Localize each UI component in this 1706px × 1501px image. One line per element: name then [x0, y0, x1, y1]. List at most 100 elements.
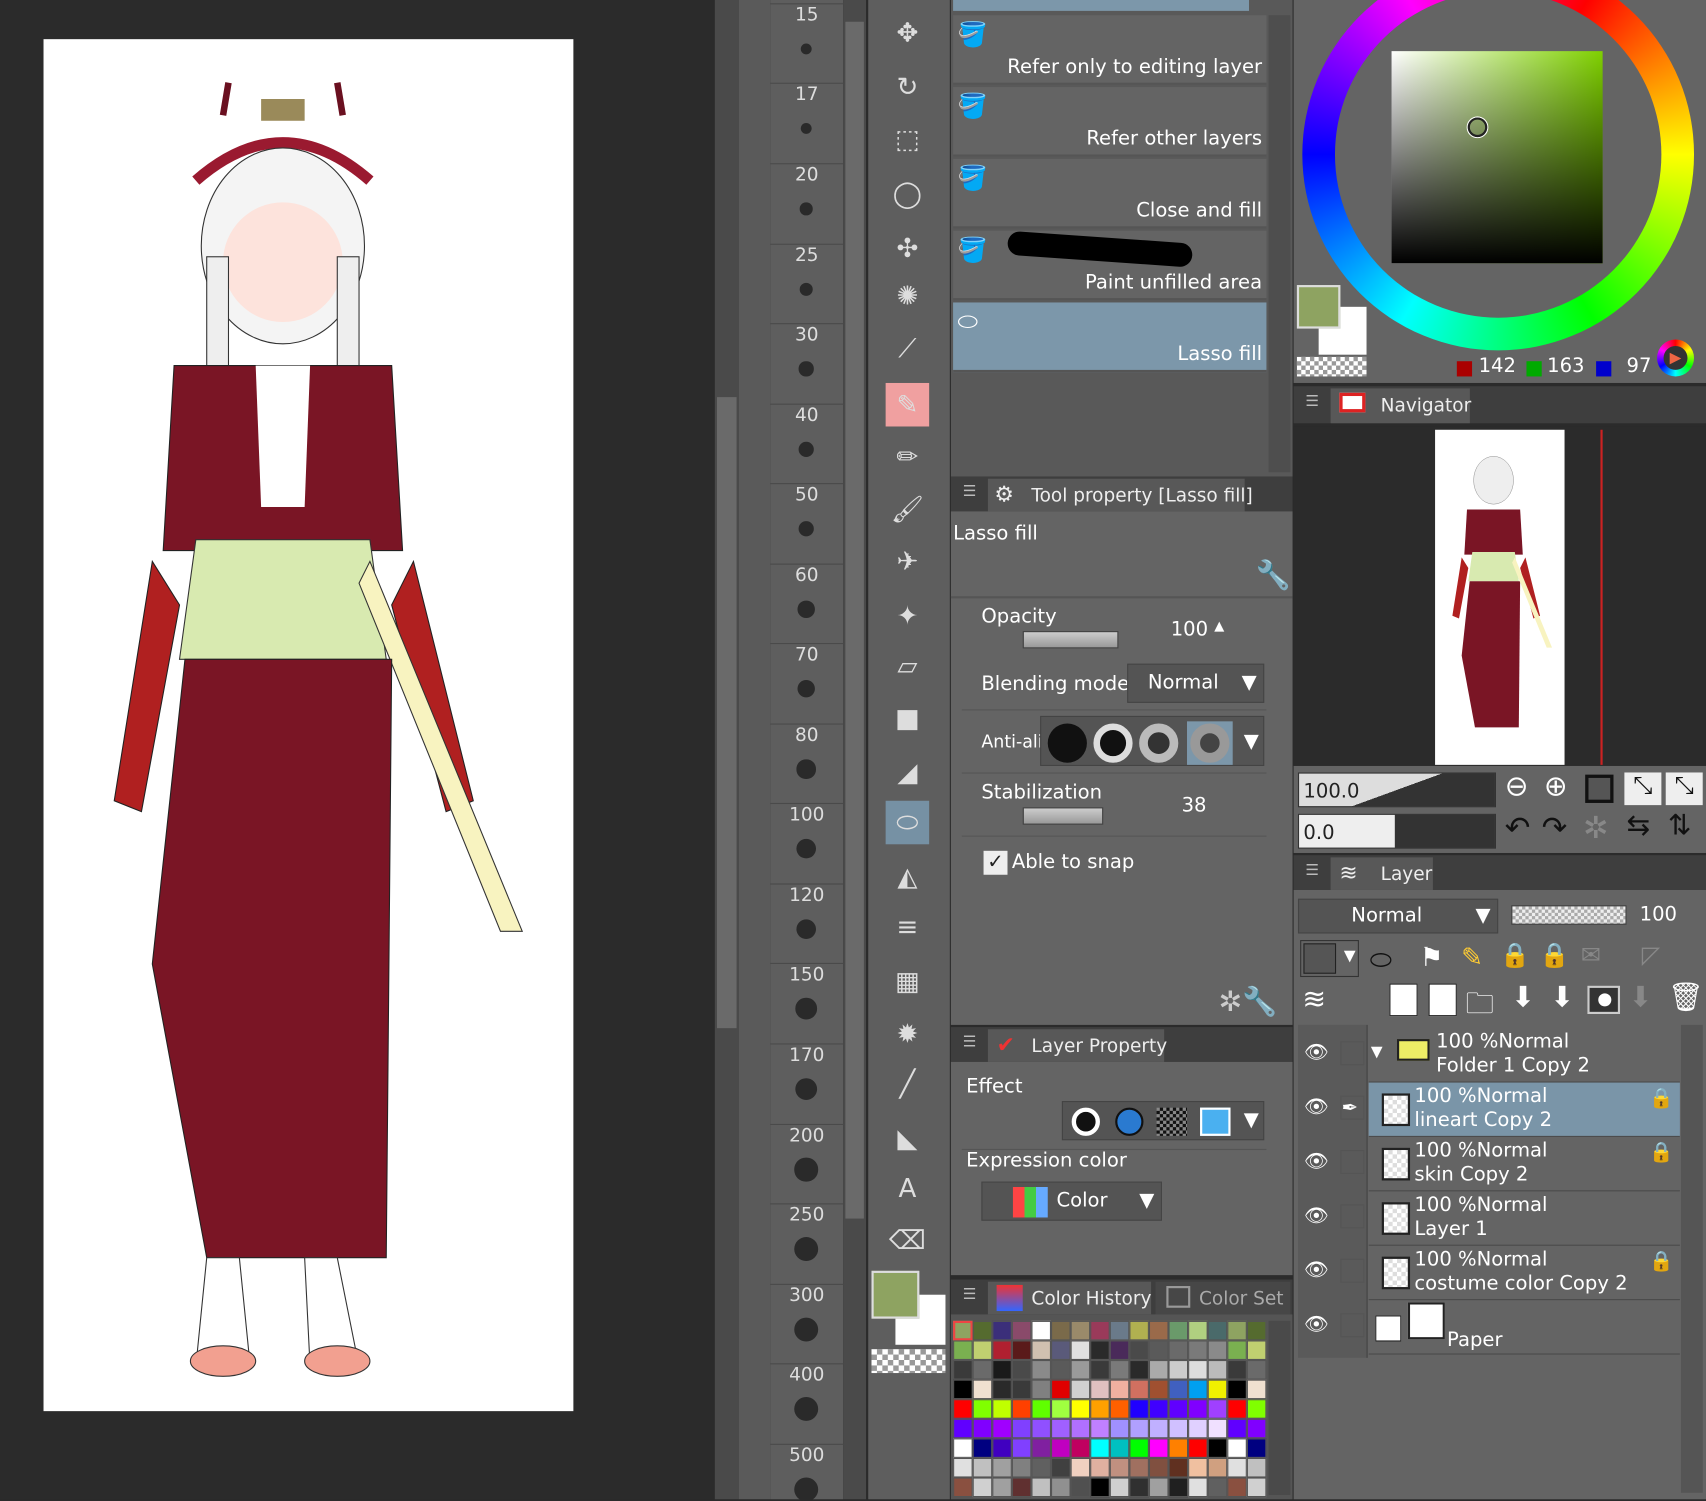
layer-row[interactable]: 100 %Normal lineart Copy 2 🔒	[1368, 1082, 1680, 1137]
color-history-swatch[interactable]	[1090, 1457, 1110, 1478]
color-history-swatch[interactable]	[1090, 1360, 1110, 1380]
layer-row[interactable]: 100 %Normal skin Copy 2 🔒	[1368, 1137, 1680, 1192]
frame-icon[interactable]: ▦	[886, 960, 930, 1004]
color-history-swatch[interactable]	[992, 1399, 1012, 1419]
brush-size-preset[interactable]: 170	[770, 1043, 844, 1066]
chevron-down-icon[interactable]: ▼	[1244, 1109, 1259, 1132]
color-history-swatch[interactable]	[1188, 1418, 1208, 1439]
layer-select-checkbox[interactable]	[1340, 1204, 1365, 1229]
color-history-swatch[interactable]	[1246, 1477, 1267, 1498]
brush-size-dot[interactable]	[798, 441, 814, 457]
zoom-slider[interactable]: 100.0	[1297, 772, 1497, 808]
brush-size-preset[interactable]: 200	[770, 1123, 844, 1147]
color-history-grid[interactable]	[953, 1320, 1267, 1498]
layer-select-checkbox[interactable]	[1340, 1150, 1365, 1174]
color-history-swatch[interactable]	[1051, 1340, 1071, 1361]
color-history-swatch[interactable]	[1031, 1320, 1052, 1341]
palette-menu-icon[interactable]: ☰	[955, 1286, 983, 1308]
rotation-value[interactable]: 0.0	[1303, 821, 1334, 844]
color-history-swatch[interactable]	[1011, 1320, 1032, 1341]
tab-layer-property[interactable]: ✔ Layer Property	[987, 1029, 1167, 1062]
brush-size-preset[interactable]: 25	[770, 243, 844, 267]
color-history-scrollbar[interactable]	[1268, 1320, 1291, 1495]
color-history-swatch[interactable]	[1011, 1477, 1032, 1498]
color-history-swatch[interactable]	[1246, 1457, 1267, 1478]
color-history-swatch[interactable]	[1207, 1379, 1228, 1400]
tool-settings-icon[interactable]: ✲🔧	[1219, 986, 1278, 1019]
opacity-spinner-icon[interactable]: ▲	[1214, 618, 1224, 633]
snap-checkbox[interactable]: ✓	[983, 850, 1008, 875]
color-history-swatch[interactable]	[1207, 1418, 1228, 1439]
layer-scrollbar[interactable]	[1680, 1024, 1703, 1493]
color-history-swatch[interactable]	[1129, 1477, 1149, 1498]
tab-tool-property[interactable]: ⚙ Tool property [Lasso fill]	[987, 478, 1253, 512]
editing-pen-icon[interactable]: ✒	[1340, 1095, 1365, 1120]
layer-select-checkbox[interactable]	[1340, 1258, 1365, 1283]
color-history-swatch[interactable]	[1168, 1438, 1189, 1458]
fit-to-screen-icon[interactable]	[1585, 774, 1614, 803]
brush-size-preset[interactable]: 40	[770, 403, 844, 426]
brush-size-dot[interactable]	[800, 43, 812, 55]
color-history-swatch[interactable]	[953, 1438, 973, 1458]
color-history-swatch[interactable]	[953, 1340, 973, 1361]
color-history-swatch[interactable]	[1090, 1399, 1110, 1419]
layer-color-icon[interactable]	[1200, 1107, 1231, 1136]
canvas-area[interactable]	[0, 0, 715, 1500]
color-history-swatch[interactable]	[1051, 1418, 1071, 1439]
color-history-swatch[interactable]	[972, 1360, 993, 1380]
color-history-swatch[interactable]	[1090, 1418, 1110, 1439]
color-history-swatch[interactable]	[972, 1438, 993, 1458]
color-history-swatch[interactable]	[1227, 1438, 1247, 1458]
color-history-swatch[interactable]	[1070, 1399, 1091, 1419]
layer-blend-mode-dropdown[interactable]: Normal ▼	[1297, 898, 1499, 934]
lock-layer-icon[interactable]: 🔒	[1500, 942, 1530, 969]
color-history-swatch[interactable]	[1168, 1379, 1189, 1400]
sub-tool-item[interactable]: 🪣 Paint unfilled area	[953, 230, 1267, 301]
color-history-swatch[interactable]	[1207, 1399, 1228, 1419]
pencil-icon[interactable]: ✏	[886, 435, 930, 479]
navigator-display-frame[interactable]	[1600, 429, 1603, 765]
brush-size-preset[interactable]: 120	[770, 883, 844, 906]
color-history-swatch[interactable]	[1129, 1418, 1149, 1439]
red-value[interactable]: 142	[1479, 355, 1516, 378]
color-history-swatch[interactable]	[1188, 1477, 1208, 1498]
ruler-display-icon[interactable]: ◸	[1642, 942, 1660, 969]
visibility-eye-icon[interactable]: 👁	[1301, 1204, 1331, 1227]
color-history-swatch[interactable]	[1129, 1457, 1149, 1478]
airbrush-icon[interactable]: ✈	[886, 540, 930, 584]
color-history-swatch[interactable]	[1227, 1457, 1247, 1478]
anti-alias-selector[interactable]: ▼	[1040, 715, 1265, 766]
color-history-swatch[interactable]	[1129, 1399, 1149, 1419]
color-history-swatch[interactable]	[1011, 1399, 1032, 1419]
layer-stack-icon[interactable]: ≋	[1302, 984, 1326, 1017]
color-history-swatch[interactable]	[953, 1418, 973, 1439]
visibility-eye-icon[interactable]: 👁	[1301, 1041, 1331, 1064]
color-history-swatch[interactable]	[1031, 1399, 1052, 1419]
color-history-swatch[interactable]	[972, 1320, 993, 1341]
color-history-swatch[interactable]	[1246, 1379, 1267, 1400]
color-history-swatch[interactable]	[1148, 1320, 1169, 1341]
new-folder-icon[interactable]: 🗀	[1466, 984, 1494, 1032]
color-history-swatch[interactable]	[1246, 1320, 1267, 1341]
color-history-swatch[interactable]	[1246, 1418, 1267, 1439]
color-history-swatch[interactable]	[1148, 1379, 1169, 1400]
sub-tool-item[interactable]: ⬭ Lasso fill	[953, 302, 1267, 373]
color-history-swatch[interactable]	[1051, 1360, 1071, 1380]
color-history-swatch[interactable]	[1207, 1320, 1228, 1341]
canvas-scrollbar[interactable]	[714, 0, 739, 1500]
blending-mode-dropdown[interactable]: Normal ▼	[1127, 663, 1265, 703]
rotate-right-icon[interactable]: ↷	[1542, 809, 1568, 845]
watercolor-edge-icon[interactable]	[1115, 1107, 1144, 1136]
brush-size-preset[interactable]: 15	[770, 3, 844, 26]
visibility-eye-icon[interactable]: 👁	[1301, 1259, 1331, 1282]
visibility-eye-icon[interactable]: 👁	[1301, 1150, 1331, 1173]
color-history-swatch[interactable]	[1246, 1360, 1267, 1380]
palette-menu-icon[interactable]: ☰	[955, 483, 983, 505]
color-history-swatch[interactable]	[1129, 1379, 1149, 1400]
color-history-swatch[interactable]	[1227, 1399, 1247, 1419]
tone-icon[interactable]	[1156, 1107, 1188, 1136]
color-history-swatch[interactable]	[1246, 1340, 1267, 1361]
create-layer-mask-icon[interactable]	[1587, 985, 1621, 1015]
new-raster-layer-icon[interactable]	[1389, 983, 1418, 1017]
lasso-fill-icon[interactable]: ⬭	[885, 800, 930, 845]
